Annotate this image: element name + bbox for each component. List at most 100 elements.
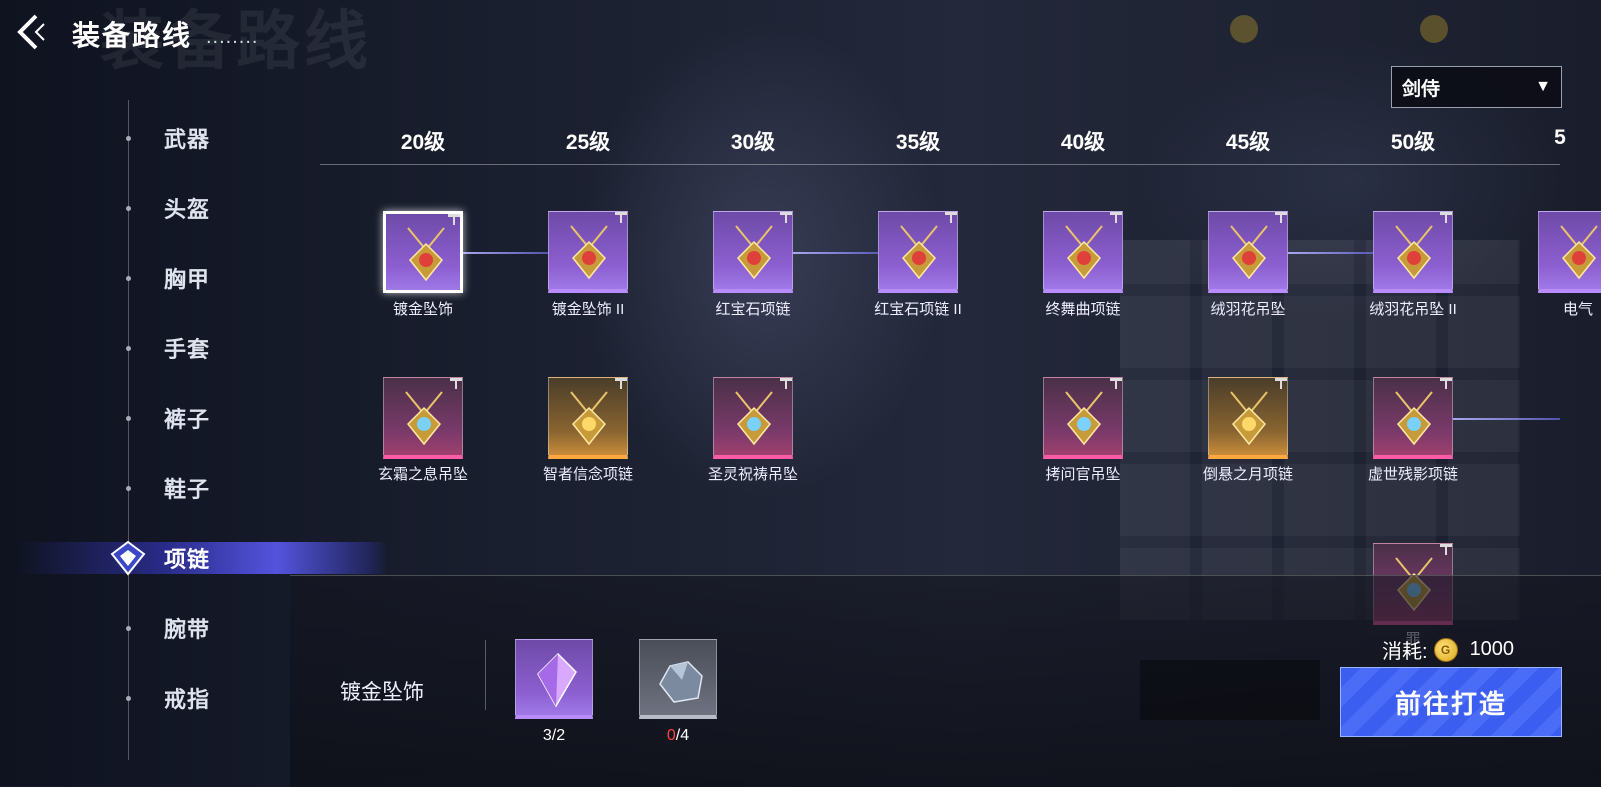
nav-item-label: 项链 — [164, 547, 211, 572]
equipment-slot[interactable] — [1538, 211, 1601, 293]
nav-item-label: 头盔 — [164, 197, 211, 222]
level-header: 25级 — [565, 131, 611, 154]
forge-hammer-icon — [1440, 378, 1452, 389]
necklace-icon — [735, 225, 773, 280]
forge-hammer-icon — [615, 378, 627, 389]
nav-item[interactable]: 裤子 — [126, 398, 308, 438]
equipment-slot[interactable] — [383, 211, 463, 293]
currency-slot-2 — [1420, 14, 1448, 44]
equipment-name: 终舞曲项链 — [1045, 301, 1121, 318]
equipment-slot[interactable] — [1208, 211, 1288, 293]
necklace-icon — [1230, 225, 1268, 280]
background-bag-grid — [1120, 240, 1520, 620]
equipment-name: 绒羽花吊坠 — [1210, 301, 1286, 318]
nav-dot — [126, 485, 131, 491]
equipment-slot[interactable] — [713, 377, 793, 459]
necklace-icon — [1065, 391, 1103, 446]
equipment-name: 倒悬之月项链 — [1202, 466, 1293, 483]
nav-dot — [126, 625, 131, 631]
equipment-slot[interactable] — [548, 377, 628, 459]
cost-display: 消耗: G 1000 — [1382, 635, 1514, 664]
level-header: 5 — [1554, 126, 1566, 149]
necklace-icon — [1065, 225, 1103, 280]
class-dropdown[interactable]: 剑侍 ▼ — [1391, 66, 1562, 108]
purple-crystal-icon — [537, 652, 577, 708]
level-row: 20级 25级 30级 35级 40级 45级 50级 5 — [320, 120, 1566, 165]
coin-icon — [1230, 15, 1258, 43]
route-connector — [793, 252, 878, 254]
equipment-slot[interactable] — [548, 211, 628, 293]
necklace-icon — [1560, 225, 1598, 280]
nav-item-label: 戒指 — [164, 687, 211, 712]
cost-label: 消耗: — [1382, 641, 1428, 663]
forge-hammer-icon — [945, 212, 957, 223]
equipment-slot[interactable] — [1373, 377, 1453, 459]
necklace-icon — [1395, 391, 1433, 446]
nav-item-label: 裤子 — [164, 407, 211, 432]
back-arrow-icon — [17, 14, 45, 50]
nav-item[interactable]: 手套 — [126, 328, 308, 368]
material-slot-crystal[interactable] — [515, 639, 593, 719]
bottom-divider — [485, 640, 486, 710]
necklace-icon — [570, 391, 608, 446]
nav-item[interactable]: 胸甲 — [126, 258, 308, 298]
equipment-slot[interactable] — [1373, 211, 1453, 293]
nav-item[interactable]: 项链 — [18, 538, 388, 578]
forge-hammer-icon — [1110, 212, 1122, 223]
nav-item-label: 手套 — [164, 337, 211, 362]
equipment-name: 镀金坠饰 II — [551, 301, 625, 318]
nav-item[interactable]: 腕带 — [126, 608, 308, 648]
equipment-slot[interactable] — [383, 377, 463, 459]
forge-hammer-icon — [1275, 212, 1287, 223]
dropdown-arrow-icon: ▼ — [1535, 78, 1551, 95]
level-header: 30级 — [730, 131, 776, 154]
necklace-icon — [407, 227, 445, 282]
equipment-slot[interactable] — [1043, 211, 1123, 293]
nav-item-label: 腕带 — [164, 617, 211, 642]
forge-hammer-icon — [450, 378, 462, 389]
equipment-name: 虚世残影项链 — [1367, 466, 1458, 483]
back-button[interactable] — [12, 12, 56, 52]
coin-icon — [1420, 15, 1448, 43]
material-slot-ore[interactable] — [639, 639, 717, 719]
nav-item-label: 武器 — [164, 127, 211, 152]
nav-item[interactable]: 戒指 — [126, 678, 308, 718]
equipment-name: 拷问官吊坠 — [1045, 466, 1121, 483]
selected-item-name: 镀金坠饰 — [340, 681, 424, 704]
forge-hammer-icon — [448, 214, 460, 225]
equipment-slot[interactable] — [878, 211, 958, 293]
necklace-icon — [900, 225, 938, 280]
level-header: 35级 — [895, 131, 941, 154]
nav-dot — [126, 345, 131, 351]
equipment-name: 绒羽花吊坠 II — [1369, 301, 1457, 318]
material-count-ore: 0/4 — [666, 727, 690, 744]
nav-item[interactable]: 武器 — [126, 118, 308, 158]
nav-dot — [126, 135, 131, 141]
page-title: 装备路线 — [72, 20, 193, 51]
equipment-slot[interactable] — [713, 211, 793, 293]
equipment-name: 红宝石项链 — [715, 301, 791, 318]
gold-coin-icon: G — [1433, 637, 1458, 662]
level-header: 40级 — [1060, 131, 1106, 154]
forge-hammer-icon — [1440, 212, 1452, 223]
go-forge-button[interactable]: 前往打造 — [1340, 667, 1562, 737]
equipment-name: 玄霜之息吊坠 — [377, 466, 468, 483]
forge-hammer-icon — [615, 212, 627, 223]
class-dropdown-value: 剑侍 — [1402, 78, 1441, 100]
equipment-name: 电气 — [1562, 301, 1593, 318]
equipment-name: 红宝石项链 II — [874, 301, 962, 318]
nav-dot — [126, 275, 131, 281]
forge-hammer-icon — [1440, 544, 1452, 555]
nav-dot — [126, 695, 131, 701]
nav-item-label: 鞋子 — [164, 477, 211, 502]
equipment-slot[interactable] — [1043, 377, 1123, 459]
level-header: 20级 — [400, 131, 446, 154]
nav-item[interactable]: 鞋子 — [126, 468, 308, 508]
nav-item-label: 胸甲 — [164, 267, 211, 292]
equipment-name: 镀金坠饰 — [392, 301, 453, 318]
equipment-slot[interactable] — [1208, 377, 1288, 459]
necklace-icon — [570, 225, 608, 280]
active-gem-icon — [110, 540, 146, 576]
nav-item[interactable]: 头盔 — [126, 188, 308, 228]
necklace-icon — [1230, 391, 1268, 446]
